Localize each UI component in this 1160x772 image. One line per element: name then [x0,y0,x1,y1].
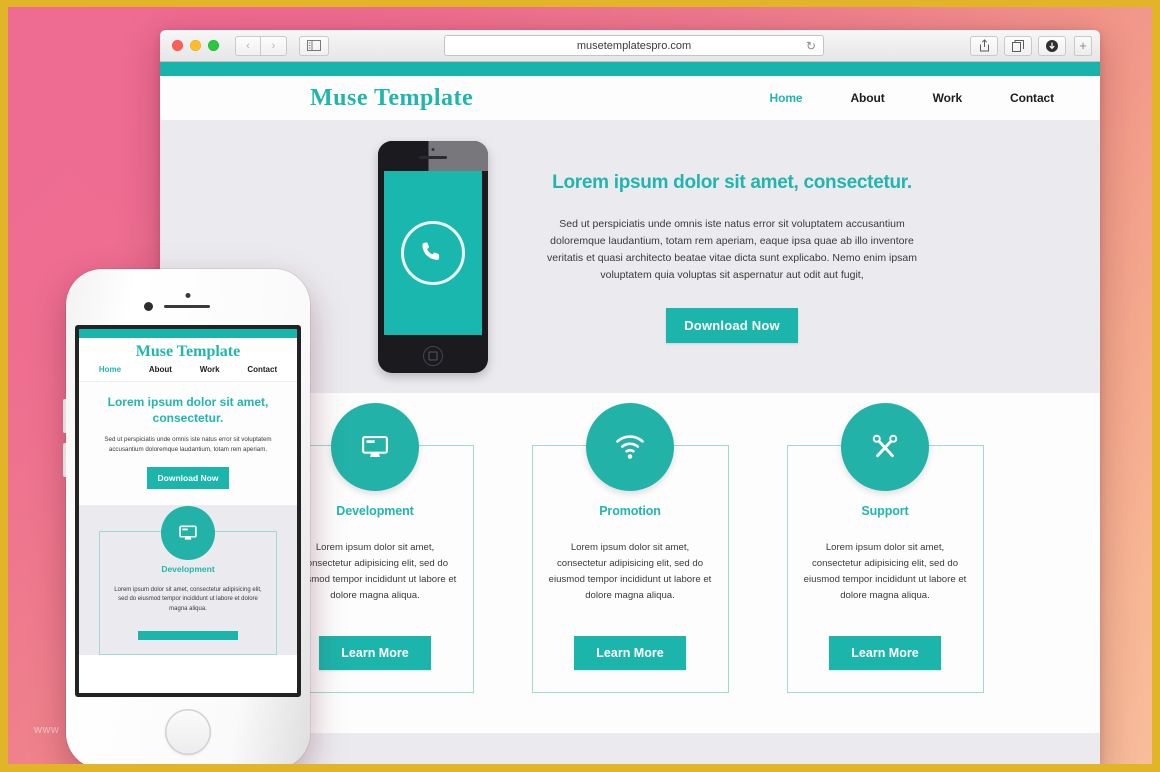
phone-camera-icon [431,148,435,151]
phone-earpiece-speaker [164,305,210,308]
feature-body: Lorem ipsum dolor sit amet, consectetur … [548,542,712,602]
share-button[interactable] [970,35,998,56]
mobile-feature-card-development: Development Lorem ipsum dolor sit amet, … [99,505,277,656]
phone-screen [384,171,482,335]
forward-button[interactable]: › [261,35,287,56]
downloads-button[interactable] [1038,35,1066,56]
black-phone-mockup [378,141,488,373]
address-bar[interactable]: musetemplatespro.com ↻ [444,35,824,56]
phone-home-button[interactable] [165,709,211,755]
mobile-navigation: Home About Work Contact [79,365,297,382]
zoom-window-button[interactable] [208,40,219,51]
learn-more-button-development[interactable]: Learn More [319,636,431,671]
feature-body: Lorem ipsum dolor sit amet, consectetur … [803,542,967,602]
site-logo: Muse Template [310,84,474,111]
site-navigation: Home About Work Contact [770,91,1074,105]
learn-more-button-promotion[interactable]: Learn More [574,636,686,671]
mobile-download-now-button[interactable]: Download Now [146,466,230,489]
hero-text-block: Lorem ipsum dolor sit amet, consectetur.… [532,172,932,343]
mobile-hero-section: Lorem ipsum dolor sit amet, consectetur.… [79,382,297,505]
feature-card-support: Support Lorem ipsum dolor sit amet, cons… [786,403,984,694]
close-window-button[interactable] [172,40,183,51]
learn-more-button-support[interactable]: Learn More [829,636,941,671]
nav-item-work[interactable]: Work [933,91,962,105]
desktop-monitor-icon [179,525,197,540]
desktop-monitor-icon [362,435,388,457]
toolbar-right-buttons: + [970,35,1092,56]
phone-handset-icon [422,242,440,260]
feature-title: Support [861,504,909,518]
mobile-nav-item-contact[interactable]: Contact [247,365,277,374]
mobile-hero-paragraph: Sed ut perspiciatis unde omnis iste natu… [104,436,272,453]
support-icon-circle [841,403,929,491]
feature-card-promotion: Promotion Lorem ipsum dolor sit amet, co… [531,403,729,694]
nav-item-about[interactable]: About [850,91,884,105]
phone-volume-down-button [63,443,66,477]
mobile-feature-title: Development [161,563,215,574]
promotion-icon-circle [586,403,674,491]
mobile-nav-item-home[interactable]: Home [99,365,121,374]
phone-call-icon [401,221,465,285]
traffic-light-buttons [168,40,219,51]
download-now-button[interactable]: Download Now [666,307,798,343]
nav-item-home[interactable]: Home [770,91,803,105]
downloads-icon [1046,39,1058,52]
wifi-icon [616,435,644,459]
white-phone-mockup: Muse Template Home About Work Contact Lo… [63,269,310,764]
hero-paragraph: Sed ut perspiciatis unde omnis iste natu… [546,217,918,281]
mobile-site-logo: Muse Template [135,343,241,360]
mobile-feature-body: Lorem ipsum dolor sit amet, consectetur … [114,586,262,613]
wrench-screwdriver-icon [872,434,898,458]
reload-icon[interactable]: ↻ [806,40,816,52]
minimize-window-button[interactable] [190,40,201,51]
phone-top-camera-icon [185,293,191,298]
feature-body: Lorem ipsum dolor sit amet, consectetur … [293,542,457,602]
mobile-hero-title: Lorem ipsum dolor sit amet, consectetur. [107,395,269,426]
mobile-features-section: Development Lorem ipsum dolor sit amet, … [79,504,297,656]
feature-title: Promotion [599,504,661,518]
mobile-nav-item-about[interactable]: About [149,365,172,374]
mobile-screen: Muse Template Home About Work Contact Lo… [79,329,297,693]
mobile-top-accent-bar [79,329,297,338]
url-text: musetemplatespro.com [576,39,692,52]
tabs-icon [1012,39,1024,52]
new-tab-button[interactable]: + [1074,35,1092,56]
share-icon [979,39,989,52]
phone-volume-up-button [63,399,66,433]
mobile-learn-more-button[interactable] [138,631,238,641]
top-accent-bar [160,62,1100,76]
mobile-nav-item-work[interactable]: Work [200,365,220,374]
browser-toolbar: ‹ › musetemplatespro.com ↻ + [160,30,1100,62]
phone-front-camera-icon [144,302,153,311]
background-canvas: www ‹ › musetemplatespro.com ↻ + Muse Te… [8,7,1152,764]
navigation-buttons: ‹ › [235,35,287,56]
phone-home-button [423,346,443,366]
watermark-text: www [34,724,60,736]
feature-title: Development [336,504,414,518]
sidebar-toggle-button[interactable] [299,35,329,56]
mobile-development-icon-circle [161,505,215,560]
phone-bezel: Muse Template Home About Work Contact Lo… [75,325,301,697]
site-header: Muse Template Home About Work Contact [160,76,1100,121]
nav-item-contact[interactable]: Contact [1010,91,1054,105]
phone-speaker [419,156,447,159]
back-button[interactable]: ‹ [235,35,261,56]
development-icon-circle [331,403,419,491]
sidebar-icon [307,40,321,51]
hero-title: Lorem ipsum dolor sit amet, consectetur. [552,171,912,193]
show-tabs-button[interactable] [1004,35,1032,56]
